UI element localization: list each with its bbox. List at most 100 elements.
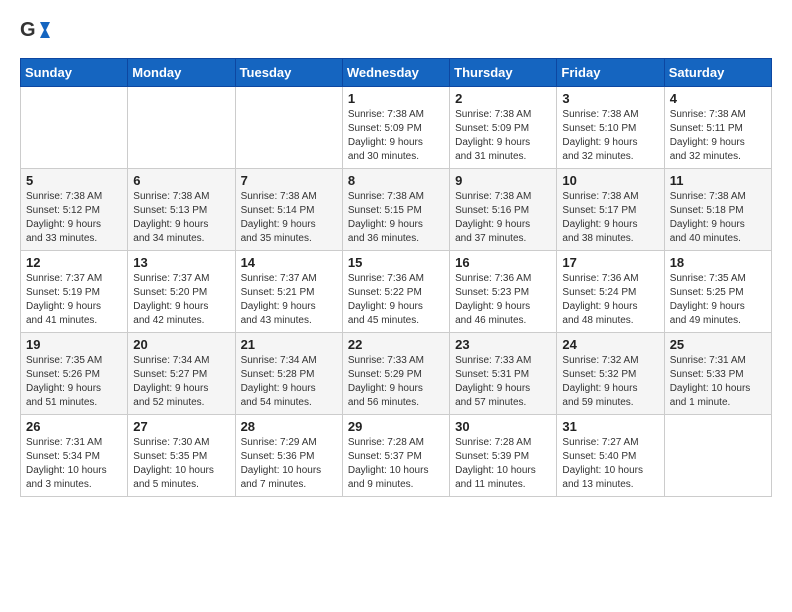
day-info: Sunrise: 7:34 AMSunset: 5:27 PMDaylight:… xyxy=(133,354,229,410)
calendar-cell: 26 Sunrise: 7:31 AMSunset: 5:34 PMDayligh… xyxy=(21,415,128,497)
day-info: Sunrise: 7:38 AMSunset: 5:14 PMDaylight:… xyxy=(241,190,337,246)
day-number: 15 xyxy=(348,255,444,270)
day-info: Sunrise: 7:36 AMSunset: 5:22 PMDaylight:… xyxy=(348,272,444,328)
day-number: 1 xyxy=(348,91,444,106)
calendar-cell xyxy=(664,415,771,497)
calendar-week-row: 12 Sunrise: 7:37 AMSunset: 5:19 PMDayligh… xyxy=(21,251,772,333)
calendar-table: SundayMondayTuesdayWednesdayThursdayFrid… xyxy=(20,58,772,497)
day-number: 7 xyxy=(241,173,337,188)
calendar-cell: 8 Sunrise: 7:38 AMSunset: 5:15 PMDaylight… xyxy=(342,169,449,251)
day-number: 27 xyxy=(133,419,229,434)
day-info: Sunrise: 7:38 AMSunset: 5:15 PMDaylight:… xyxy=(348,190,444,246)
day-info: Sunrise: 7:35 AMSunset: 5:26 PMDaylight:… xyxy=(26,354,122,410)
weekday-header: Friday xyxy=(557,59,664,87)
day-info: Sunrise: 7:37 AMSunset: 5:20 PMDaylight:… xyxy=(133,272,229,328)
day-info: Sunrise: 7:38 AMSunset: 5:18 PMDaylight:… xyxy=(670,190,766,246)
logo: G xyxy=(20,16,56,48)
day-info: Sunrise: 7:37 AMSunset: 5:21 PMDaylight:… xyxy=(241,272,337,328)
day-info: Sunrise: 7:33 AMSunset: 5:29 PMDaylight:… xyxy=(348,354,444,410)
day-number: 8 xyxy=(348,173,444,188)
calendar-cell: 16Sunrise: 7:36 AMSunset: 5:23 PMDayligh… xyxy=(450,251,557,333)
weekday-header: Monday xyxy=(128,59,235,87)
calendar-cell: 31 Sunrise: 7:27 AMSunset: 5:40 PMDayligh… xyxy=(557,415,664,497)
calendar-cell: 15 Sunrise: 7:36 AMSunset: 5:22 PMDayligh… xyxy=(342,251,449,333)
day-number: 24 xyxy=(562,337,658,352)
calendar-cell: 17 Sunrise: 7:36 AMSunset: 5:24 PMDayligh… xyxy=(557,251,664,333)
weekday-header: Tuesday xyxy=(235,59,342,87)
day-number: 20 xyxy=(133,337,229,352)
day-number: 13 xyxy=(133,255,229,270)
day-info: Sunrise: 7:28 AMSunset: 5:39 PMDaylight:… xyxy=(455,436,551,492)
calendar-week-row: 26 Sunrise: 7:31 AMSunset: 5:34 PMDayligh… xyxy=(21,415,772,497)
day-info: Sunrise: 7:36 AMSunset: 5:24 PMDaylight:… xyxy=(562,272,658,328)
calendar-cell: 6 Sunrise: 7:38 AMSunset: 5:13 PMDaylight… xyxy=(128,169,235,251)
calendar-cell: 24 Sunrise: 7:32 AMSunset: 5:32 PMDayligh… xyxy=(557,333,664,415)
day-info: Sunrise: 7:37 AMSunset: 5:19 PMDaylight:… xyxy=(26,272,122,328)
day-info: Sunrise: 7:32 AMSunset: 5:32 PMDaylight:… xyxy=(562,354,658,410)
day-number: 23 xyxy=(455,337,551,352)
day-number: 18 xyxy=(670,255,766,270)
calendar-cell: 29Sunrise: 7:28 AMSunset: 5:37 PMDayligh… xyxy=(342,415,449,497)
day-info: Sunrise: 7:29 AMSunset: 5:36 PMDaylight:… xyxy=(241,436,337,492)
calendar-cell: 10 Sunrise: 7:38 AMSunset: 5:17 PMDayligh… xyxy=(557,169,664,251)
calendar-cell xyxy=(21,87,128,169)
day-number: 31 xyxy=(562,419,658,434)
calendar-cell: 22 Sunrise: 7:33 AMSunset: 5:29 PMDayligh… xyxy=(342,333,449,415)
day-number: 16 xyxy=(455,255,551,270)
calendar-cell: 1 Sunrise: 7:38 AMSunset: 5:09 PMDaylight… xyxy=(342,87,449,169)
calendar-cell: 12 Sunrise: 7:37 AMSunset: 5:19 PMDayligh… xyxy=(21,251,128,333)
calendar-week-row: 5Sunrise: 7:38 AMSunset: 5:12 PMDaylight… xyxy=(21,169,772,251)
day-info: Sunrise: 7:38 AMSunset: 5:16 PMDaylight:… xyxy=(455,190,551,246)
day-number: 12 xyxy=(26,255,122,270)
calendar-cell xyxy=(235,87,342,169)
day-number: 29 xyxy=(348,419,444,434)
calendar-cell: 11 Sunrise: 7:38 AMSunset: 5:18 PMDayligh… xyxy=(664,169,771,251)
day-info: Sunrise: 7:38 AMSunset: 5:09 PMDaylight:… xyxy=(455,108,551,164)
calendar-week-row: 1 Sunrise: 7:38 AMSunset: 5:09 PMDaylight… xyxy=(21,87,772,169)
day-number: 2 xyxy=(455,91,551,106)
day-info: Sunrise: 7:38 AMSunset: 5:13 PMDaylight:… xyxy=(133,190,229,246)
day-info: Sunrise: 7:38 AMSunset: 5:11 PMDaylight:… xyxy=(670,108,766,164)
calendar-cell xyxy=(128,87,235,169)
weekday-header: Sunday xyxy=(21,59,128,87)
day-number: 30 xyxy=(455,419,551,434)
calendar-cell: 21Sunrise: 7:34 AMSunset: 5:28 PMDayligh… xyxy=(235,333,342,415)
day-info: Sunrise: 7:35 AMSunset: 5:25 PMDaylight:… xyxy=(670,272,766,328)
calendar-cell: 2 Sunrise: 7:38 AMSunset: 5:09 PMDaylight… xyxy=(450,87,557,169)
day-info: Sunrise: 7:38 AMSunset: 5:12 PMDaylight:… xyxy=(26,190,122,246)
day-number: 11 xyxy=(670,173,766,188)
svg-text:G: G xyxy=(20,19,36,41)
calendar-cell: 5Sunrise: 7:38 AMSunset: 5:12 PMDaylight… xyxy=(21,169,128,251)
day-number: 6 xyxy=(133,173,229,188)
calendar-cell: 23 Sunrise: 7:33 AMSunset: 5:31 PMDayligh… xyxy=(450,333,557,415)
calendar-week-row: 19 Sunrise: 7:35 AMSunset: 5:26 PMDayligh… xyxy=(21,333,772,415)
day-info: Sunrise: 7:33 AMSunset: 5:31 PMDaylight:… xyxy=(455,354,551,410)
day-number: 14 xyxy=(241,255,337,270)
logo-icon: G xyxy=(20,16,52,48)
calendar-cell: 9Sunrise: 7:38 AMSunset: 5:16 PMDaylight… xyxy=(450,169,557,251)
page-header: G xyxy=(20,16,772,48)
day-info: Sunrise: 7:38 AMSunset: 5:09 PMDaylight:… xyxy=(348,108,444,164)
day-info: Sunrise: 7:38 AMSunset: 5:10 PMDaylight:… xyxy=(562,108,658,164)
calendar-cell: 28 Sunrise: 7:29 AMSunset: 5:36 PMDayligh… xyxy=(235,415,342,497)
calendar-cell: 7 Sunrise: 7:38 AMSunset: 5:14 PMDaylight… xyxy=(235,169,342,251)
day-info: Sunrise: 7:38 AMSunset: 5:17 PMDaylight:… xyxy=(562,190,658,246)
day-number: 10 xyxy=(562,173,658,188)
day-info: Sunrise: 7:31 AMSunset: 5:33 PMDaylight:… xyxy=(670,354,766,410)
calendar-cell: 3 Sunrise: 7:38 AMSunset: 5:10 PMDaylight… xyxy=(557,87,664,169)
day-number: 28 xyxy=(241,419,337,434)
day-info: Sunrise: 7:30 AMSunset: 5:35 PMDaylight:… xyxy=(133,436,229,492)
calendar-cell: 14 Sunrise: 7:37 AMSunset: 5:21 PMDayligh… xyxy=(235,251,342,333)
calendar-cell: 13 Sunrise: 7:37 AMSunset: 5:20 PMDayligh… xyxy=(128,251,235,333)
day-number: 19 xyxy=(26,337,122,352)
day-info: Sunrise: 7:31 AMSunset: 5:34 PMDaylight:… xyxy=(26,436,122,492)
weekday-header: Saturday xyxy=(664,59,771,87)
calendar-cell: 18 Sunrise: 7:35 AMSunset: 5:25 PMDayligh… xyxy=(664,251,771,333)
day-number: 26 xyxy=(26,419,122,434)
day-number: 22 xyxy=(348,337,444,352)
calendar-cell: 4Sunrise: 7:38 AMSunset: 5:11 PMDaylight… xyxy=(664,87,771,169)
day-number: 17 xyxy=(562,255,658,270)
day-number: 3 xyxy=(562,91,658,106)
calendar-cell: 19 Sunrise: 7:35 AMSunset: 5:26 PMDayligh… xyxy=(21,333,128,415)
day-info: Sunrise: 7:27 AMSunset: 5:40 PMDaylight:… xyxy=(562,436,658,492)
